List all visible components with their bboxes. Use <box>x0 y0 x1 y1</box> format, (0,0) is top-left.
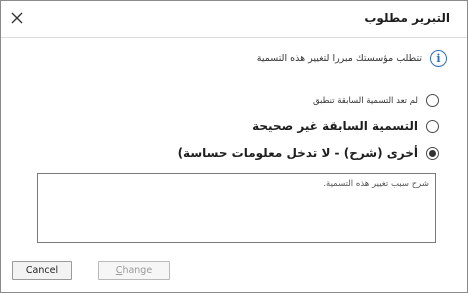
radio-option-label-incorrect[interactable]: التسمية السابقة غير صحيحة <box>252 119 439 133</box>
radio-option-label: أخرى (شرح) - لا تدخل معلومات حساسة) <box>177 146 418 160</box>
dialog-title: التبرير مطلوب <box>364 11 450 25</box>
radio-option-label-no-longer-applies[interactable]: لم تعد التسمية السابقة تنطبق <box>313 94 439 107</box>
close-icon <box>11 12 23 24</box>
radio-button[interactable] <box>426 119 439 133</box>
radio-button-selected[interactable] <box>426 146 439 160</box>
info-text: تتطلب مؤسستك مبررا لتغيير هذه التسمية <box>256 53 422 64</box>
change-button[interactable]: Change <box>98 261 170 280</box>
close-button[interactable] <box>8 9 26 27</box>
justification-textarea[interactable] <box>37 173 436 243</box>
justification-dialog: التبرير مطلوب i تتطلب مؤسستك مبررا لتغيي… <box>0 0 468 293</box>
radio-button[interactable] <box>426 94 439 107</box>
radio-selected-dot <box>429 149 436 157</box>
radio-option-label: لم تعد التسمية السابقة تنطبق <box>312 95 418 106</box>
title-bar: التبرير مطلوب <box>1 1 467 37</box>
change-button-label: hange <box>122 265 153 276</box>
cancel-button[interactable]: Cancel <box>12 261 72 280</box>
info-row: i تتطلب مؤسستك مبررا لتغيير هذه التسمية <box>257 50 447 67</box>
title-divider <box>1 37 467 38</box>
radio-option-label: التسمية السابقة غير صحيحة <box>252 119 418 133</box>
radio-option-other[interactable]: أخرى (شرح) - لا تدخل معلومات حساسة) <box>178 146 439 160</box>
change-button-mnemonic: C <box>115 265 123 276</box>
info-icon: i <box>430 50 447 67</box>
